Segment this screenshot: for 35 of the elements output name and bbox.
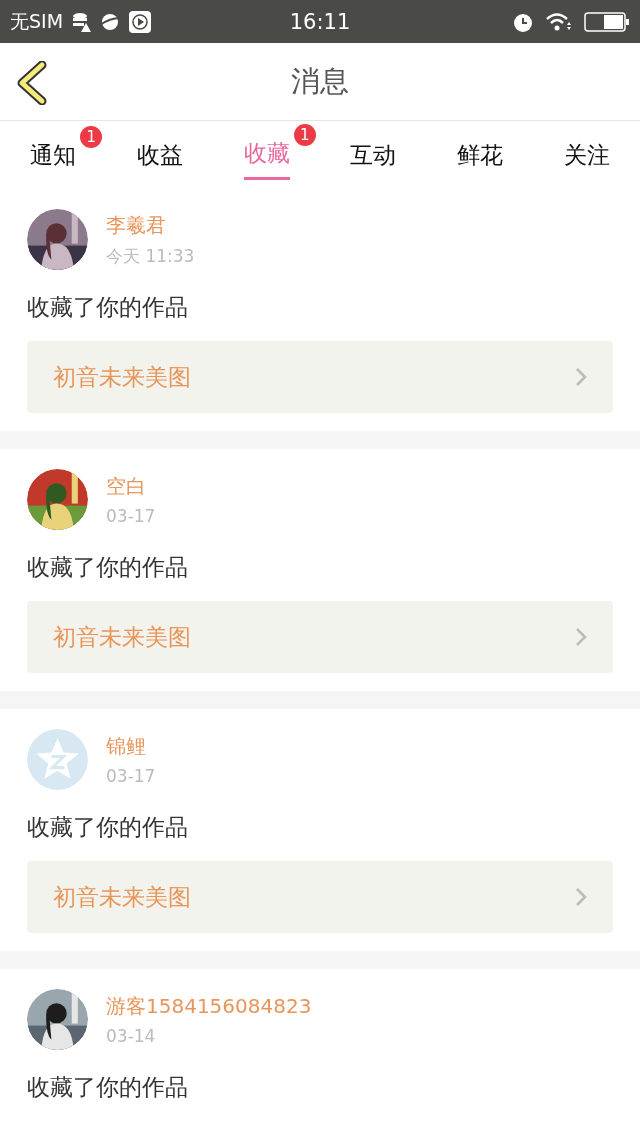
message-time: 今天 11:33 — [106, 244, 195, 268]
tab[interactable]: 通知 1 — [0, 121, 107, 189]
wifi-icon — [546, 11, 572, 32]
database-warning-icon — [71, 11, 92, 32]
user-name[interactable]: 空白 — [106, 473, 156, 500]
message-text: 收藏了你的作品 — [27, 553, 189, 582]
tab[interactable]: 收藏 1 — [213, 121, 320, 189]
user-name[interactable]: 李羲君 — [106, 211, 195, 239]
count-badge: 1 — [80, 125, 103, 148]
work-link[interactable]: 初音未来美图 — [27, 861, 613, 933]
message-text: 收藏了你的作品 — [27, 293, 189, 322]
count-badge: 1 — [293, 124, 316, 146]
work-link[interactable]: 初音未来美图 — [27, 341, 613, 413]
chevron-icon — [575, 367, 587, 387]
message-time: 03-17 — [106, 506, 156, 526]
user-name[interactable]: 游客1584156084823 — [106, 993, 312, 1020]
battery-icon — [584, 11, 630, 32]
tab[interactable]: 鲜花 — [426, 121, 534, 189]
message-time: 03-17 — [106, 766, 156, 786]
user-name[interactable]: 锦鲤 — [106, 733, 156, 760]
tab[interactable]: 互动 — [320, 121, 427, 189]
play-icon — [129, 10, 152, 33]
star-avatar-icon — [27, 729, 88, 790]
back-icon[interactable] — [16, 61, 48, 105]
chevron-icon — [575, 627, 587, 647]
message-text: 收藏了你的作品 — [27, 1073, 189, 1102]
work-link[interactable]: 初音未来美图 — [27, 601, 613, 673]
chevron-icon — [575, 887, 587, 907]
message-text: 收藏了你的作品 — [27, 813, 189, 842]
tab[interactable]: 收益 — [106, 121, 214, 189]
carrier-label: 无SIM — [10, 8, 64, 34]
page-title: 消息 — [291, 62, 349, 100]
clock-time: 16:11 — [289, 9, 351, 34]
message-time: 03-14 — [106, 1026, 157, 1046]
tab[interactable]: 关注 — [533, 121, 640, 189]
